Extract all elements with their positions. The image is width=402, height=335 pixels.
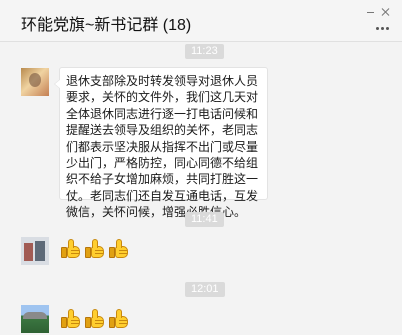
timestamp: 11:41	[185, 212, 224, 227]
close-icon[interactable]	[381, 7, 390, 17]
timestamp: 11:23	[185, 44, 224, 59]
message-text: 退休支部除及时转发领导对退休人员要求，关怀的文件外，我们这几天对全体退休同志进行…	[66, 74, 259, 220]
chat-title[interactable]: 环能党旗~新书记群 (18)	[21, 16, 191, 36]
thumbs-up-icon	[84, 308, 106, 330]
timestamp: 12:01	[185, 282, 225, 297]
header-divider	[0, 41, 402, 42]
chat-header: 环能党旗~新书记群 (18)	[0, 0, 402, 41]
avatar[interactable]	[21, 68, 49, 96]
thumbs-up-icon	[108, 238, 130, 260]
avatar[interactable]	[21, 237, 49, 265]
thumbs-up-icon	[108, 308, 130, 330]
more-options-icon[interactable]	[376, 27, 390, 30]
thumbs-up-icon	[60, 308, 82, 330]
minimize-icon[interactable]	[366, 7, 375, 17]
window-controls	[366, 7, 392, 17]
thumbs-up-icon	[84, 238, 106, 260]
avatar[interactable]	[21, 305, 49, 333]
thumbs-up-icon	[60, 238, 82, 260]
message-bubble[interactable]: 退休支部除及时转发领导对退休人员要求，关怀的文件外，我们这几天对全体退休同志进行…	[54, 67, 268, 219]
